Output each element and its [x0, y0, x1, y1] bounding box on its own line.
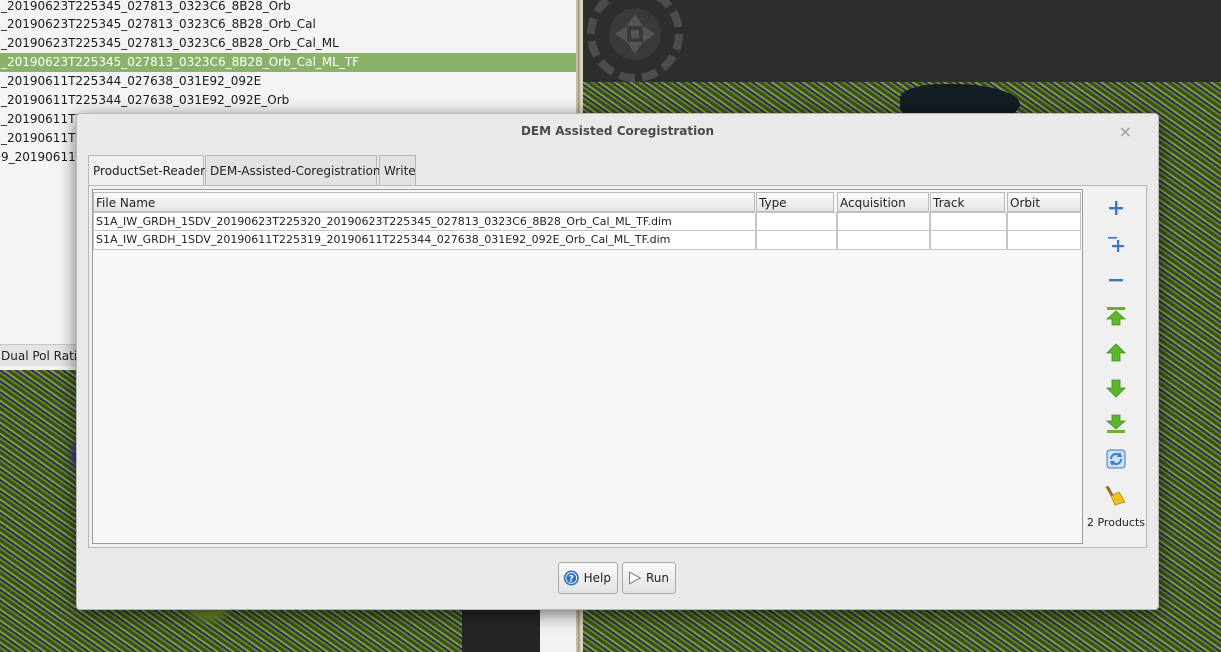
move-up-icon[interactable]: [1104, 341, 1128, 365]
product-count: 2 Products: [1087, 516, 1145, 529]
move-bottom-icon[interactable]: [1104, 412, 1128, 436]
cell-acquisition: [837, 231, 930, 250]
cell-type: [756, 212, 837, 231]
tab-productset-reader[interactable]: ProductSet-Reader: [88, 155, 205, 186]
product-table[interactable]: File Name Type Acquisition Track Orbit S…: [92, 189, 1083, 544]
cell-file-name: S1A_IW_GRDH_1SDV_20190623T225320_2019062…: [93, 212, 756, 231]
remove-icon[interactable]: [1104, 268, 1128, 292]
column-header-orbit[interactable]: Orbit: [1007, 192, 1081, 212]
explorer-item[interactable]: _20190623T225345_027813_0323C6_8B28_Orb_…: [0, 34, 576, 53]
explorer-bottom-tab[interactable]: Dual Pol Ratio: [0, 344, 76, 366]
move-top-icon[interactable]: [1104, 304, 1128, 328]
cell-track: [930, 231, 1007, 250]
table-row[interactable]: S1A_IW_GRDH_1SDV_20190623T225320_2019062…: [93, 212, 1081, 231]
cell-track: [930, 212, 1007, 231]
table-row[interactable]: S1A_IW_GRDH_1SDV_20190611T225319_2019061…: [93, 231, 1081, 250]
run-label: Run: [645, 571, 669, 585]
column-header-acquisition[interactable]: Acquisition: [837, 192, 929, 212]
dem-coregistration-dialog: DEM Assisted Coregistration × ProductSet…: [76, 113, 1159, 610]
help-icon: ?: [563, 570, 579, 586]
status-strip: [462, 610, 540, 652]
refresh-icon[interactable]: [1104, 447, 1128, 471]
explorer-item[interactable]: _20190623T225345_027813_0323C6_8B28_Orb_…: [0, 15, 576, 34]
explorer-item-selected[interactable]: _20190623T225345_027813_0323C6_8B28_Orb_…: [0, 53, 576, 72]
run-button[interactable]: Run: [622, 562, 676, 594]
help-button[interactable]: ? Help: [558, 562, 618, 594]
productset-panel: File Name Type Acquisition Track Orbit S…: [88, 185, 1147, 548]
tab-write[interactable]: Write: [379, 155, 416, 185]
move-down-icon[interactable]: [1104, 376, 1128, 400]
cell-acquisition: [837, 212, 930, 231]
explorer-item[interactable]: _20190611T225344_027638_031E92_092E: [0, 72, 576, 91]
play-icon: [628, 571, 642, 585]
dialog-title: DEM Assisted Coregistration: [520, 124, 715, 138]
column-header-type[interactable]: Type: [756, 192, 834, 212]
cell-orbit: [1007, 231, 1081, 250]
close-icon[interactable]: ×: [1119, 122, 1132, 141]
product-toolbar: 2 Products: [1085, 186, 1145, 546]
explorer-item[interactable]: _20190623T225345_027813_0323C6_8B28_Orb: [0, 0, 576, 16]
svg-text:?: ?: [569, 574, 574, 584]
add-opened-icon[interactable]: [1104, 232, 1128, 256]
help-label: Help: [583, 571, 611, 585]
cell-type: [756, 231, 837, 250]
column-header-file-name[interactable]: File Name: [93, 192, 755, 212]
cell-file-name: S1A_IW_GRDH_1SDV_20190611T225319_2019061…: [93, 231, 756, 250]
explorer-item[interactable]: _20190611T225344_027638_031E92_092E_Orb: [0, 91, 576, 110]
add-icon[interactable]: [1104, 196, 1128, 220]
clear-icon[interactable]: [1104, 483, 1128, 507]
column-header-track[interactable]: Track: [930, 192, 1005, 212]
tab-dem-assisted-coregistration[interactable]: DEM-Assisted-Coregistration: [205, 155, 381, 185]
navigation-control-icon[interactable]: [587, 0, 683, 82]
cell-orbit: [1007, 212, 1081, 231]
status-strip-light: [540, 610, 576, 652]
